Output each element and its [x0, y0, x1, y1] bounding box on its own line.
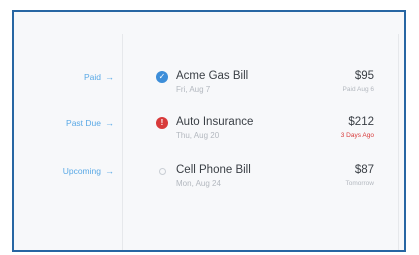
check-icon: ✓	[156, 71, 168, 83]
bill-amount: $212	[348, 116, 374, 128]
bill-amount: $95	[354, 70, 374, 82]
bill-name: Cell Phone Bill	[176, 164, 251, 176]
arrow-right-icon: →	[105, 72, 114, 82]
bill-date: Mon, Aug 24	[176, 179, 221, 188]
bills-timeline-card: Paid → ✓ Acme Gas Bill Fri, Aug 7 $95 Pai…	[12, 10, 406, 252]
alert-icon: !	[156, 117, 168, 129]
bill-name: Acme Gas Bill	[176, 70, 249, 82]
arrow-right-icon: →	[105, 166, 114, 176]
arrow-right-icon: →	[105, 118, 114, 128]
bill-row-past-due[interactable]: Past Due → ! Auto Insurance Thu, Aug 20 $…	[14, 116, 404, 156]
bill-amount: $87	[354, 164, 374, 176]
status-label-upcoming: Upcoming →	[62, 166, 114, 176]
bill-row-paid[interactable]: Paid → ✓ Acme Gas Bill Fri, Aug 7 $95 Pai…	[14, 70, 404, 110]
status-label-paid: Paid →	[83, 72, 114, 82]
bill-name: Auto Insurance	[176, 116, 254, 128]
bill-note: Paid Aug 6	[342, 86, 374, 93]
status-label-past-due: Past Due →	[66, 118, 114, 128]
bill-note: Tomorrow	[345, 180, 374, 187]
bill-date: Thu, Aug 20	[176, 131, 220, 140]
bill-row-upcoming[interactable]: Upcoming → Cell Phone Bill Mon, Aug 24 $8…	[14, 164, 404, 204]
bill-date: Fri, Aug 7	[176, 85, 211, 94]
empty-circle-icon	[159, 168, 166, 175]
bill-note: 3 Days Ago	[340, 132, 374, 139]
